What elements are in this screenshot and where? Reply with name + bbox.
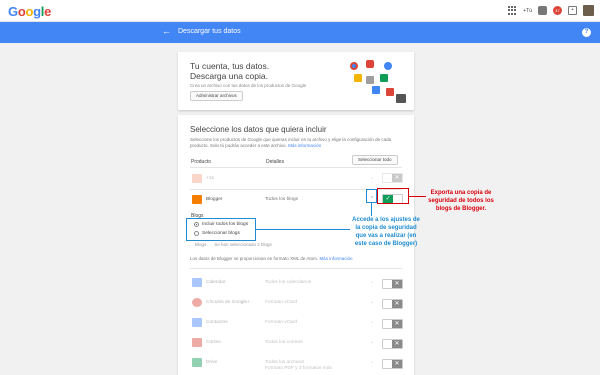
product-toggle[interactable]: ✕ — [382, 173, 403, 183]
page-header: ← Descargar tus datos ? — [0, 22, 600, 43]
format-more-info-link[interactable]: Más información — [319, 256, 352, 261]
mail-icon — [192, 338, 202, 347]
contacts-icon — [366, 76, 374, 84]
intro-card: Tu cuenta, tus datos. Descarga una copia… — [178, 52, 414, 110]
help-icon[interactable]: ? — [582, 28, 591, 37]
column-header-product: Producto — [191, 159, 212, 165]
blogger-icon — [192, 195, 202, 204]
circles-icon — [192, 298, 202, 307]
product-name: Calendar — [206, 280, 226, 285]
chevron-down-icon[interactable]: ⌄ — [370, 359, 374, 365]
product-name: +1s — [206, 176, 214, 181]
chevron-highlight — [366, 189, 377, 203]
more-info-link[interactable]: Más información — [288, 143, 321, 148]
product-name: Contactos — [206, 320, 228, 325]
google-plus-link[interactable]: +Tú — [523, 8, 532, 14]
format-note: Los datos de Blogger se proporcionan en … — [190, 256, 353, 261]
back-arrow-icon[interactable]: ← — [162, 26, 171, 36]
drive-icon — [380, 74, 388, 82]
select-description: Seleccione los productos de Google que q… — [190, 137, 392, 148]
gmail-icon — [386, 88, 394, 96]
toggle-highlight — [377, 188, 409, 204]
divider — [190, 268, 402, 269]
blogs-meta: Blogs Se han seleccionado 2 blogs — [195, 242, 272, 247]
circles-toggle[interactable]: ✕ — [382, 299, 403, 309]
product-name: Drive — [206, 360, 218, 365]
calendar-icon — [372, 86, 380, 94]
apps-grid-icon[interactable] — [508, 6, 517, 15]
product-row-circles: Círculos de Google+ Formato vCard ⌄ — [190, 295, 402, 311]
product-name: Blogger — [206, 197, 223, 202]
product-details: Todos los correos — [265, 340, 303, 345]
callout-line — [371, 203, 372, 216]
chrome-icon — [350, 62, 358, 70]
callout-line — [409, 196, 426, 197]
product-row-plus1: +1s ⌄ ✕ — [190, 171, 403, 187]
blogs-options-highlight — [186, 218, 256, 241]
folder-icon — [354, 74, 362, 82]
account-controls: +Tú 47 + — [508, 5, 594, 16]
chevron-down-icon[interactable]: ⌄ — [370, 279, 374, 285]
share-icon[interactable]: + — [568, 6, 577, 15]
product-details: Formato vCard — [265, 320, 297, 325]
chevron-down-icon[interactable]: ⌄ — [370, 339, 374, 345]
product-icons-illustration — [350, 58, 408, 106]
column-header-details: Detalles — [266, 159, 285, 165]
select-title: Seleccione los datos que quiera incluir — [190, 125, 327, 134]
archive-box-icon — [396, 94, 406, 103]
product-details: Todos los calendarios — [265, 280, 312, 285]
plus-one-icon — [192, 174, 202, 183]
page-title: Descargar tus datos — [178, 28, 241, 35]
calendar-toggle[interactable]: ✕ — [382, 279, 403, 289]
mail-toggle[interactable]: ✕ — [382, 339, 403, 349]
product-details: Todos los blogs — [265, 197, 299, 202]
profile-icon — [384, 62, 392, 70]
annotation-settings: Accede a los ajustes de la copia de segu… — [352, 217, 420, 247]
product-details: Formato vCard — [265, 300, 297, 305]
chevron-down-icon[interactable]: ⌄ — [370, 175, 374, 181]
product-row-drive: Drive Todos los archivos Formato PDF y 3… — [190, 355, 402, 371]
google-logo[interactable]: Google — [8, 4, 51, 19]
product-name: Círculos de Google+ — [206, 300, 250, 305]
drive-toggle[interactable]: ✕ — [382, 359, 403, 369]
divider — [190, 167, 402, 168]
product-row-mail: Correo Todos los correos ⌄ — [190, 335, 402, 351]
intro-subtitle: Crea un archivo con tus datos de los pro… — [190, 83, 307, 88]
product-row-contacts: Contactos Formato vCard ⌄ — [190, 315, 402, 331]
notifications-icon[interactable] — [538, 6, 547, 15]
callout-line — [256, 229, 350, 230]
top-bar: Google +Tú 47 + — [0, 0, 600, 22]
product-row-calendar: Calendar Todos los calendarios ⌄ — [190, 275, 402, 291]
contacts-icon — [192, 318, 202, 327]
chevron-down-icon[interactable]: ⌄ — [370, 319, 374, 325]
intro-title: Tu cuenta, tus datos. Descarga una copia… — [190, 61, 270, 81]
youtube-icon — [366, 60, 374, 68]
calendar-icon — [192, 278, 202, 287]
annotation-export: Exporta una copia de seguridad de todos … — [428, 190, 494, 212]
select-all-button[interactable]: Seleccionar todo — [352, 155, 398, 165]
drive-icon — [192, 358, 202, 367]
product-details: Todos los archivos Formato PDF y 3 forma… — [265, 360, 332, 371]
avatar[interactable] — [583, 5, 594, 16]
contacts-toggle[interactable]: ✕ — [382, 319, 403, 329]
notification-count-badge[interactable]: 47 — [553, 6, 562, 15]
product-name: Correo — [206, 340, 221, 345]
manage-archives-button[interactable]: Administrar archivos — [190, 91, 243, 101]
chevron-down-icon[interactable]: ⌄ — [370, 299, 374, 305]
